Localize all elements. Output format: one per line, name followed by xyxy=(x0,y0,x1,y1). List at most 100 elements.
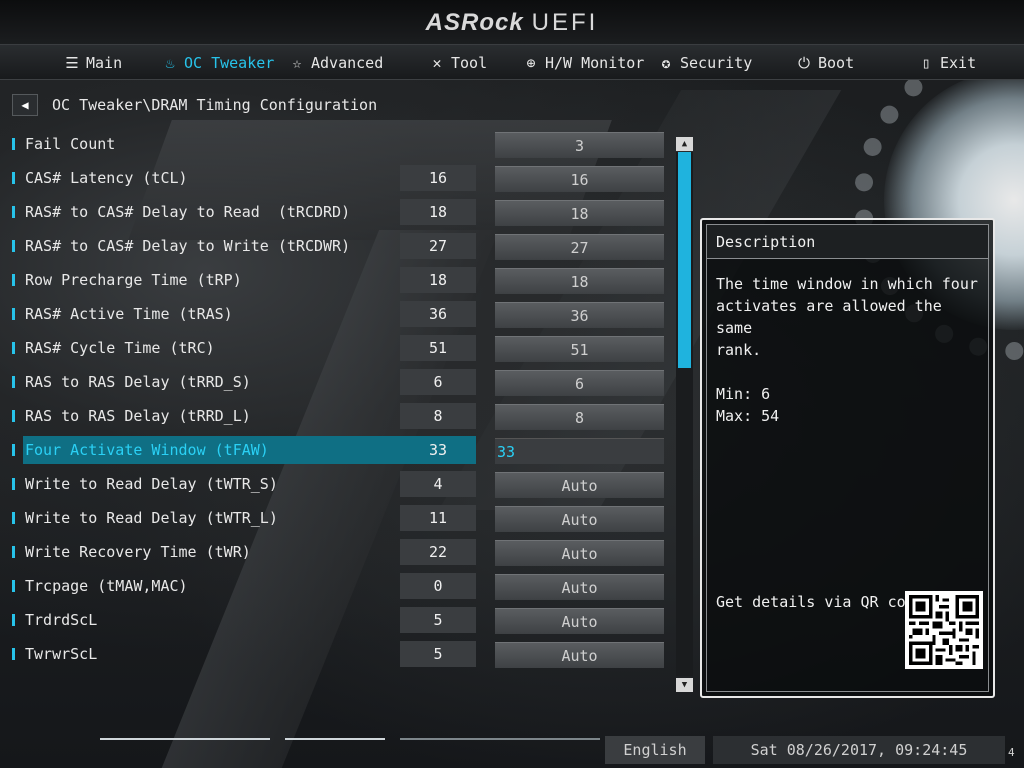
setting-value-input[interactable]: 33 xyxy=(495,438,664,464)
setting-value-field[interactable]: Auto xyxy=(495,642,664,668)
tab-tool[interactable]: ✕ Tool xyxy=(429,52,487,74)
triangle-down-icon: ▼ xyxy=(681,680,688,690)
setting-label: Write to Read Delay (tWTR_S) xyxy=(25,475,278,493)
tab-hw-monitor[interactable]: ⊕ H/W Monitor xyxy=(523,52,644,74)
language-selector[interactable]: English xyxy=(605,736,705,764)
star-icon: ☆ xyxy=(292,54,302,72)
current-value: 22 xyxy=(400,539,476,565)
scroll-up-button[interactable]: ▲ xyxy=(676,137,693,151)
setting-row-trp[interactable]: Row Precharge Time (tRP) 18 18 xyxy=(0,263,670,297)
setting-row-twtr-l[interactable]: Write to Read Delay (tWTR_L) 11 Auto xyxy=(0,501,670,535)
row-bullet xyxy=(12,376,15,388)
setting-value-field[interactable]: 8 xyxy=(495,404,664,430)
setting-row-trcdwr[interactable]: RAS# to CAS# Delay to Write (tRCDWR) 27 … xyxy=(0,229,670,263)
current-value: 18 xyxy=(400,267,476,293)
footer-accent-line xyxy=(285,738,385,740)
page-title: OC Tweaker\DRAM Timing Configuration xyxy=(52,96,378,114)
setting-value-field[interactable]: 51 xyxy=(495,336,664,362)
footer-accent-line xyxy=(400,738,600,740)
setting-row-twr[interactable]: Write Recovery Time (tWR) 22 Auto xyxy=(0,535,670,569)
setting-value-field[interactable]: 18 xyxy=(495,268,664,294)
current-value: 6 xyxy=(400,369,476,395)
setting-row-tcl[interactable]: CAS# Latency (tCL) 16 16 xyxy=(0,161,670,195)
row-bullet xyxy=(12,410,15,422)
setting-row-trcdrd[interactable]: RAS# to CAS# Delay to Read (tRCDRD) 18 1… xyxy=(0,195,670,229)
setting-value-field[interactable]: Auto xyxy=(495,608,664,634)
back-button[interactable]: ◀ xyxy=(12,94,38,116)
setting-value-field[interactable]: Auto xyxy=(495,506,664,532)
exit-door-icon: ▯ xyxy=(921,54,931,72)
setting-label: Write to Read Delay (tWTR_L) xyxy=(25,509,278,527)
current-value: 16 xyxy=(400,165,476,191)
setting-value-field[interactable]: 3 xyxy=(495,132,664,158)
current-value: 0 xyxy=(400,573,476,599)
tab-exit[interactable]: ▯ Exit xyxy=(918,52,976,74)
current-value: 33 xyxy=(428,441,448,459)
setting-row-tfaw[interactable]: Four Activate Window (tFAW) 33 33 xyxy=(0,433,670,467)
row-bullet xyxy=(12,240,15,252)
setting-value-field[interactable]: 36 xyxy=(495,302,664,328)
setting-label: Four Activate Window (tFAW) xyxy=(25,441,269,459)
setting-value-field[interactable]: 16 xyxy=(495,166,664,192)
setting-label: RAS# to CAS# Delay to Write (tRCDWR) xyxy=(25,237,351,255)
row-bullet xyxy=(12,274,15,286)
setting-label: CAS# Latency (tCL) xyxy=(25,169,188,187)
tab-security[interactable]: ✪ Security xyxy=(658,52,752,74)
setting-row-twtr-s[interactable]: Write to Read Delay (tWTR_S) 4 Auto xyxy=(0,467,670,501)
tab-boot[interactable]: ⏻ Boot xyxy=(796,52,854,74)
row-bullet xyxy=(12,614,15,626)
current-value: 11 xyxy=(400,505,476,531)
tab-advanced[interactable]: ☆ Advanced xyxy=(289,52,383,74)
setting-row-tras[interactable]: RAS# Active Time (tRAS) 36 36 xyxy=(0,297,670,331)
setting-value-field[interactable]: 18 xyxy=(495,200,664,226)
current-value: 5 xyxy=(400,641,476,667)
row-bullet xyxy=(12,648,15,660)
current-value: 51 xyxy=(400,335,476,361)
setting-value-field[interactable]: Auto xyxy=(495,472,664,498)
qr-label: Get details via QR code xyxy=(716,593,924,611)
row-bullet xyxy=(12,172,15,184)
qr-code-icon xyxy=(905,591,983,669)
setting-label: RAS to RAS Delay (tRRD_S) xyxy=(25,373,251,391)
shield-icon: ✪ xyxy=(661,54,671,72)
current-value: 27 xyxy=(400,233,476,259)
main-tab-bar: ☰ Main ♨ OC Tweaker ☆ Advanced ✕ Tool ⊕ … xyxy=(0,44,1024,80)
setting-value-field[interactable]: 6 xyxy=(495,370,664,396)
setting-label: RAS# to CAS# Delay to Read (tRCDRD) xyxy=(25,203,351,221)
date-time-display: Sat 08/26/2017, 09:24:45 xyxy=(713,736,1005,764)
header-bar: ASRock UEFI xyxy=(0,0,1024,44)
row-bullet xyxy=(12,444,15,456)
setting-label: Trcpage (tMAW,MAC) xyxy=(25,577,188,595)
setting-row-fail-count[interactable]: Fail Count 3 xyxy=(0,127,670,161)
setting-value-field[interactable]: Auto xyxy=(495,574,664,600)
row-bullet xyxy=(12,546,15,558)
tab-main[interactable]: ☰ Main xyxy=(64,52,122,74)
setting-row-twrwrscl[interactable]: TwrwrScL 5 Auto xyxy=(0,637,670,671)
setting-label: RAS# Active Time (tRAS) xyxy=(25,305,233,323)
current-value: 18 xyxy=(400,199,476,225)
setting-row-trc[interactable]: RAS# Cycle Time (tRC) 51 51 xyxy=(0,331,670,365)
setting-value-field[interactable]: 27 xyxy=(495,234,664,260)
setting-row-trdrdscl[interactable]: TrdrdScL 5 Auto xyxy=(0,603,670,637)
flame-icon: ♨ xyxy=(165,54,175,72)
scrollbar-thumb[interactable] xyxy=(678,152,691,368)
setting-label: RAS to RAS Delay (tRRD_L) xyxy=(25,407,251,425)
setting-label: Fail Count xyxy=(25,135,116,153)
status-bar: English Sat 08/26/2017, 09:24:45 4 xyxy=(0,734,1024,768)
current-value: 5 xyxy=(400,607,476,633)
setting-label: TrdrdScL xyxy=(25,611,98,629)
list-icon: ☰ xyxy=(65,54,79,72)
setting-row-trrd-s[interactable]: RAS to RAS Delay (tRRD_S) 6 6 xyxy=(0,365,670,399)
setting-row-trcpage[interactable]: Trcpage (tMAW,MAC) 0 Auto xyxy=(0,569,670,603)
tab-oc-tweaker[interactable]: ♨ OC Tweaker xyxy=(162,52,274,74)
row-bullet xyxy=(12,580,15,592)
description-panel: Description The time window in which fou… xyxy=(700,218,995,698)
scroll-down-button[interactable]: ▼ xyxy=(676,678,693,692)
chevron-left-icon: ◀ xyxy=(21,98,29,112)
asrock-uefi-logo: ASRock UEFI xyxy=(425,9,599,36)
row-bullet xyxy=(12,478,15,490)
tools-icon: ✕ xyxy=(432,54,442,72)
setting-value-field[interactable]: Auto xyxy=(495,540,664,566)
current-value: 4 xyxy=(400,471,476,497)
setting-row-trrd-l[interactable]: RAS to RAS Delay (tRRD_L) 8 8 xyxy=(0,399,670,433)
